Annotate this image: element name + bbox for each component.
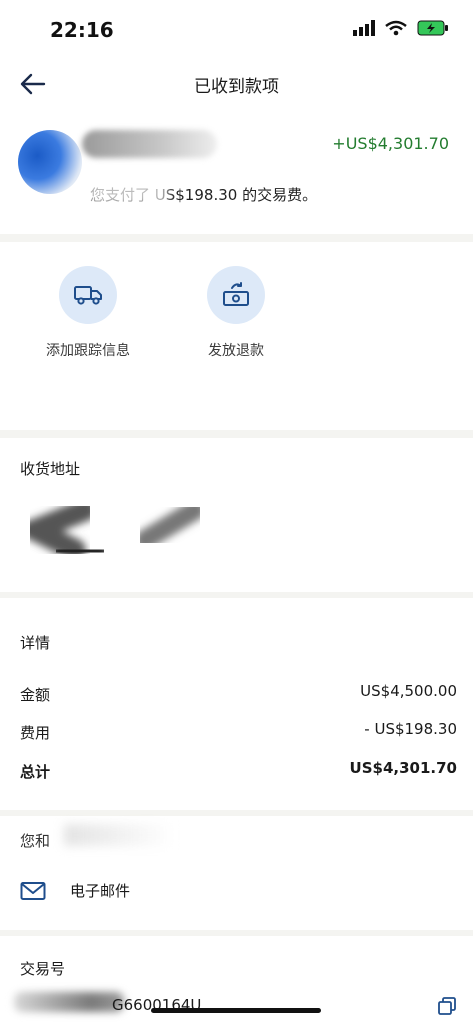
status-bar: 22:16 xyxy=(0,0,473,60)
signal-icon xyxy=(353,20,375,36)
amount-value: US$4,500.00 xyxy=(360,682,457,700)
redacted-payer-name xyxy=(82,130,217,158)
details-section: 详情 金额 US$4,500.00 费用 - US$198.30 总计 US$4… xyxy=(0,600,473,810)
redacted-contact-name xyxy=(64,824,174,846)
copy-icon[interactable] xyxy=(437,996,457,1016)
action-icon-bg xyxy=(207,266,265,324)
refund-money-icon xyxy=(223,282,249,306)
amount-label: 金额 xyxy=(20,686,51,704)
contact-heading: 您和 xyxy=(20,832,51,850)
email-contact-button[interactable]: 电子邮件 xyxy=(20,880,130,901)
divider xyxy=(0,234,473,242)
redacted-address xyxy=(8,499,205,561)
avatar xyxy=(18,130,82,194)
redaction-smudge xyxy=(86,180,168,206)
add-tracking-label: 添加跟踪信息 xyxy=(46,343,130,359)
add-tracking-button[interactable]: 添加跟踪信息 xyxy=(18,266,158,360)
divider xyxy=(0,592,473,598)
received-amount: +US$4,301.70 xyxy=(332,134,449,153)
status-time: 22:16 xyxy=(50,18,114,42)
wifi-icon xyxy=(385,20,407,36)
truck-icon xyxy=(74,286,102,305)
fee-value: - US$198.30 xyxy=(364,720,457,738)
action-buttons: 添加跟踪信息 发放退款 xyxy=(0,250,473,430)
details-heading: 详情 xyxy=(20,634,51,652)
issue-refund-label: 发放退款 xyxy=(208,343,264,359)
divider xyxy=(0,930,473,936)
fee-label: 费用 xyxy=(20,724,51,742)
redacted-transaction-id xyxy=(14,992,124,1012)
divider xyxy=(0,430,473,438)
issue-refund-button[interactable]: 发放退款 xyxy=(166,266,306,360)
action-icon-bg xyxy=(59,266,117,324)
nav-bar: 已收到款项 xyxy=(0,62,473,106)
envelope-icon xyxy=(20,881,46,900)
email-label: 电子邮件 xyxy=(70,882,131,900)
contact-section: 您和 电子邮件 xyxy=(0,816,473,934)
total-value: US$4,301.70 xyxy=(349,759,457,777)
shipping-address-heading: 收货地址 xyxy=(20,460,81,478)
payment-summary: +US$4,301.70 您支付了 US$198.30 的交易费。 xyxy=(0,118,473,228)
status-icons xyxy=(353,20,449,36)
page-title: 已收到款项 xyxy=(194,77,279,97)
total-label: 总计 xyxy=(20,763,51,781)
shipping-address-section: 收货地址 xyxy=(0,440,473,590)
transaction-heading: 交易号 xyxy=(20,960,66,978)
home-indicator xyxy=(151,1008,321,1013)
battery-charging-icon xyxy=(417,20,448,36)
